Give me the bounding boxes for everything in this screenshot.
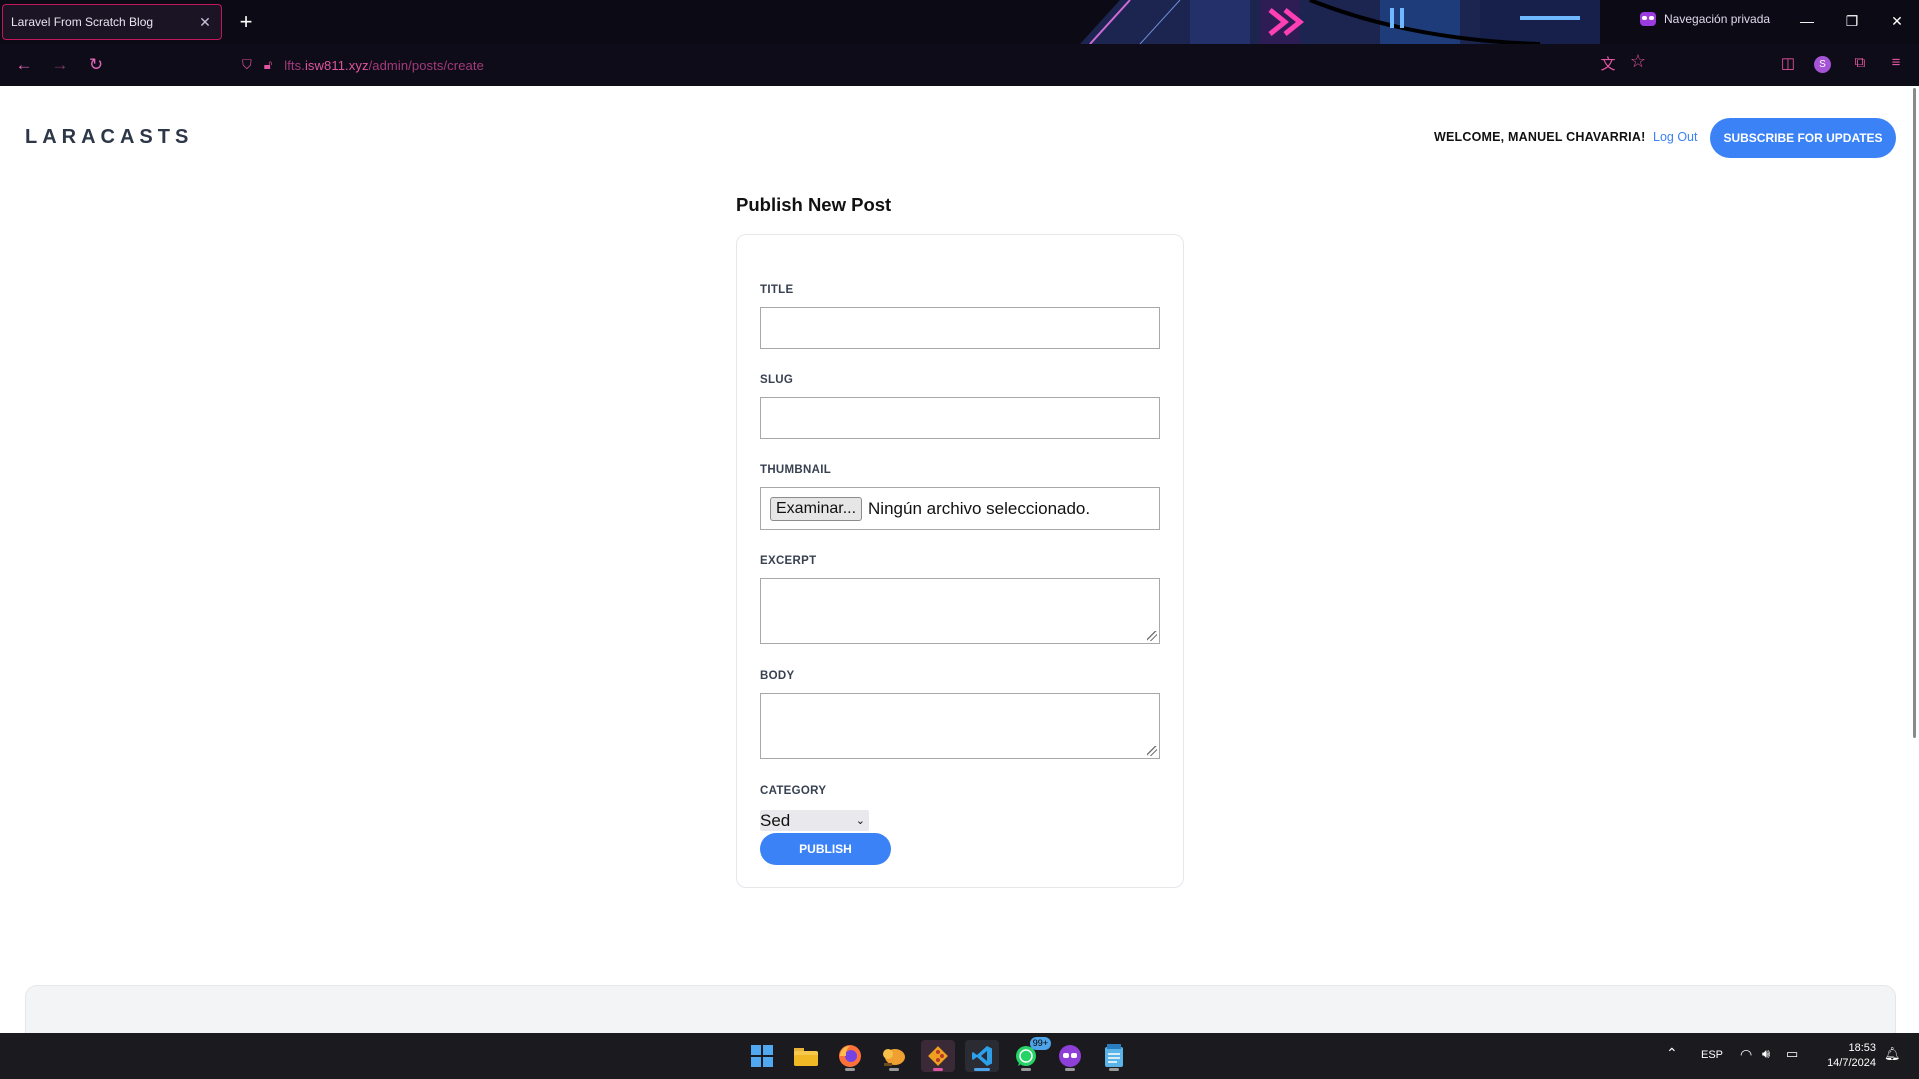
running-indicator: [889, 1068, 899, 1071]
page-scrollbar[interactable]: [1913, 88, 1916, 738]
thumbnail-label: THUMBNAIL: [760, 464, 832, 476]
new-tab-button[interactable]: +: [234, 8, 258, 36]
subscribe-button[interactable]: SUBSCRIBE FOR UPDATES: [1710, 118, 1896, 158]
notification-bell-icon[interactable]: 🔔︎: [1884, 1046, 1901, 1062]
bookmark-star-icon[interactable]: ☆: [1627, 51, 1649, 72]
category-selected-value: Sed: [760, 810, 791, 830]
close-tab-icon[interactable]: ✕: [197, 14, 213, 31]
pocket-icon[interactable]: ◫: [1777, 54, 1799, 72]
shield-icon[interactable]: ⛉: [242, 57, 252, 73]
browser-tab[interactable]: Laravel From Scratch Blog ✕: [2, 4, 222, 40]
address-bar[interactable]: ⛉ 🔓︎ lfts.isw811.xyz/admin/posts/create: [232, 50, 1562, 80]
menu-icon[interactable]: ≡: [1885, 54, 1907, 71]
running-indicator: [1021, 1068, 1031, 1071]
notepad-icon[interactable]: [1097, 1040, 1131, 1072]
wifi-icon[interactable]: ◠: [1740, 1046, 1752, 1063]
speaker-icon[interactable]: 🔊︎: [1762, 1046, 1770, 1062]
title-input[interactable]: [760, 307, 1160, 349]
browser-theme-artwork: [1080, 0, 1600, 44]
url-prefix: lfts.: [284, 57, 305, 73]
running-indicator: [845, 1068, 855, 1071]
thumbnail-file-input[interactable]: Examinar... Ningún archivo seleccionado.: [760, 487, 1160, 530]
file-explorer-icon[interactable]: [789, 1040, 823, 1072]
private-browsing-label: Navegación privada: [1664, 12, 1771, 26]
browse-file-button[interactable]: Examinar...: [770, 496, 863, 521]
reload-icon[interactable]: ↻: [83, 53, 109, 77]
body-label: BODY: [760, 670, 795, 682]
clock-time: 18:53: [1848, 1042, 1876, 1054]
slug-label: SLUG: [760, 374, 794, 386]
body-textarea[interactable]: [760, 693, 1160, 759]
url-host: isw811.xyz: [304, 57, 369, 73]
tab-title: Laravel From Scratch Blog: [11, 15, 154, 29]
private-browsing-indicator: Navegación privada: [1640, 12, 1770, 26]
windows-taskbar: 99+ ⌃ ESP ◠ 🔊︎ ▭ 18:53 14/7/2024 🔔︎: [0, 1033, 1919, 1079]
forward-icon[interactable]: →: [47, 53, 73, 77]
lock-warning-icon[interactable]: 🔓︎: [264, 57, 272, 73]
whatsapp-icon[interactable]: 99+: [1009, 1037, 1051, 1072]
dbeaver-icon[interactable]: [877, 1040, 911, 1072]
running-indicator: [933, 1068, 943, 1071]
title-label: TITLE: [760, 284, 794, 296]
chevron-down-icon: ⌄: [855, 815, 865, 827]
notification-badge: 99+: [1029, 1037, 1051, 1050]
welcome-message: WELCOME, MANUEL CHAVARRIA!: [1434, 130, 1646, 144]
running-indicator: [974, 1068, 990, 1071]
back-icon[interactable]: ←: [11, 53, 37, 77]
page-title: Publish New Post: [736, 194, 892, 215]
firefox-private-icon[interactable]: [1053, 1040, 1087, 1072]
git-gui-icon[interactable]: [921, 1040, 955, 1072]
logout-link[interactable]: Log Out: [1653, 130, 1697, 144]
resize-handle-icon[interactable]: [1147, 746, 1157, 756]
publish-button[interactable]: PUBLISH: [760, 833, 891, 865]
translate-icon[interactable]: 文: [1597, 53, 1619, 74]
running-indicator: [1109, 1068, 1119, 1071]
system-clock[interactable]: 18:53 14/7/2024: [1820, 1041, 1876, 1071]
extensions-icon[interactable]: ⧉: [1849, 54, 1871, 71]
battery-icon[interactable]: ▭: [1786, 1046, 1798, 1062]
clock-date: 14/7/2024: [1827, 1057, 1876, 1069]
url-path: /admin/posts/create: [368, 57, 484, 73]
browser-tab-bar: Laravel From Scratch Blog ✕ + Navegación…: [0, 0, 1919, 44]
close-window-icon[interactable]: ✕: [1882, 8, 1912, 34]
firefox-icon[interactable]: [833, 1040, 867, 1072]
vscode-icon[interactable]: [965, 1040, 999, 1072]
start-menu-icon[interactable]: [745, 1040, 779, 1072]
category-select[interactable]: Sed ⌄: [760, 810, 869, 831]
profile-avatar-icon[interactable]: S: [1814, 56, 1831, 73]
resize-handle-icon[interactable]: [1147, 631, 1157, 641]
laracasts-logo[interactable]: LARACASTS: [25, 126, 193, 149]
chevron-up-icon[interactable]: ⌃: [1666, 1045, 1678, 1062]
excerpt-textarea[interactable]: [760, 578, 1160, 644]
browser-nav-bar: ← → ↻ ⛉ 🔓︎ lfts.isw811.xyz/admin/posts/c…: [0, 44, 1919, 86]
excerpt-label: EXCERPT: [760, 555, 817, 567]
private-mask-icon: [1640, 12, 1656, 26]
restore-icon[interactable]: ❐: [1837, 8, 1867, 34]
minimize-icon[interactable]: —: [1792, 8, 1822, 34]
category-label: CATEGORY: [760, 785, 827, 797]
running-indicator: [1065, 1068, 1075, 1071]
url-text[interactable]: lfts.isw811.xyz/admin/posts/create: [284, 58, 484, 73]
file-status-text: Ningún archivo seleccionado.: [868, 498, 1091, 518]
language-indicator[interactable]: ESP: [1701, 1049, 1723, 1061]
slug-input[interactable]: [760, 397, 1160, 439]
